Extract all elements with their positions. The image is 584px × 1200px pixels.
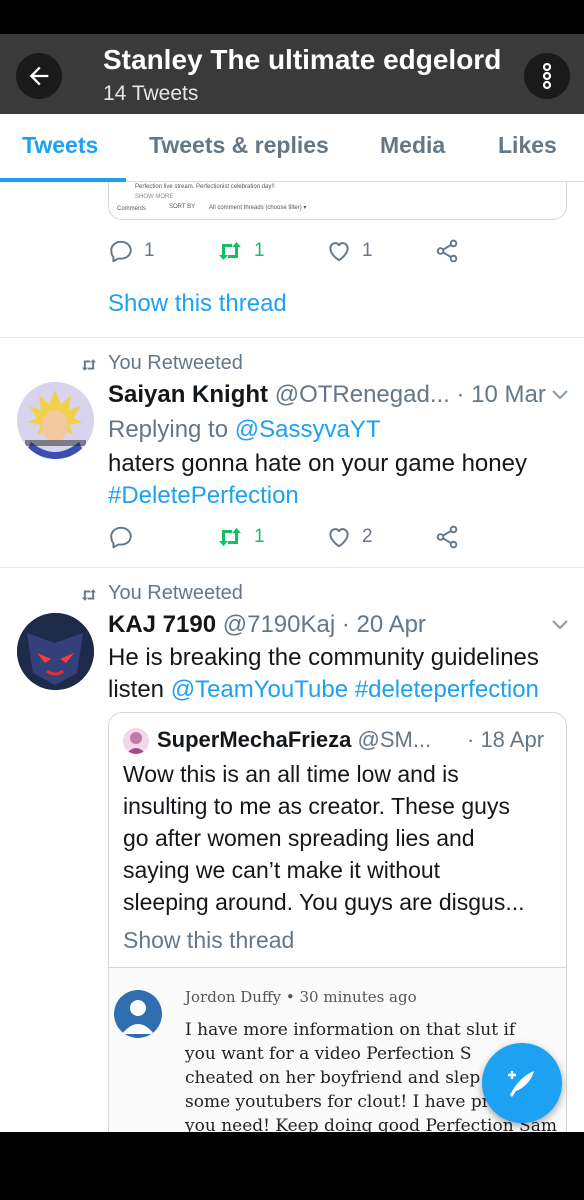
- embed-text: Perfection live stream. Perfectionist ce…: [135, 184, 275, 190]
- mention-link[interactable]: @TeamYouTube: [171, 676, 348, 703]
- default-user-icon: [114, 990, 162, 1038]
- back-button[interactable]: [16, 53, 62, 99]
- compose-tweet-button[interactable]: [482, 1043, 562, 1123]
- tweet-actions: 1 2: [108, 524, 468, 554]
- replying-to: Replying to @SassyvaYT: [108, 416, 380, 444]
- embedded-image-card[interactable]: Perfection live stream. Perfectionist ce…: [108, 182, 567, 220]
- you-retweeted-label: You Retweeted: [108, 582, 243, 604]
- tweet-time[interactable]: · 10 Mar: [457, 381, 546, 408]
- arrow-left-icon: [29, 66, 49, 86]
- retweet-count: 1: [254, 240, 265, 261]
- tweet-text-line: #DeletePerfection: [108, 482, 299, 510]
- retweet-count: 1: [254, 526, 265, 547]
- quoted-header: SuperMechaFrieza @SM...: [157, 727, 431, 753]
- tab-tweets[interactable]: Tweets: [22, 132, 98, 159]
- quoted-avatar: [123, 728, 149, 754]
- tweet-divider: [0, 337, 584, 338]
- tweet-header: KAJ 7190 @7190Kaj · 20 Apr: [108, 611, 426, 639]
- tweet-text-line: listen @TeamYouTube #deleteperfection: [108, 676, 539, 704]
- avatar[interactable]: [17, 613, 94, 690]
- tab-media[interactable]: Media: [380, 132, 445, 159]
- tweet-time[interactable]: · 20 Apr: [342, 611, 426, 638]
- quoted-text-line: Wow this is an all time low and is: [123, 761, 459, 787]
- reply-icon: [110, 240, 132, 263]
- comment-line: I have more information on that slut if: [185, 1020, 516, 1040]
- share-icon: [436, 525, 458, 549]
- comment-time: • 30 minutes ago: [285, 988, 417, 1006]
- embed-text: SORT BY: [169, 204, 196, 210]
- chevron-down-icon[interactable]: [550, 388, 570, 402]
- you-retweeted-label: You Retweeted: [108, 352, 243, 374]
- quoted-text-line: go after women spreading lies and: [123, 825, 475, 851]
- like-count: 1: [362, 240, 373, 261]
- comment-author-name: Jordon Duffy: [185, 988, 282, 1006]
- like-button[interactable]: 2: [326, 524, 373, 550]
- retweeted-indicator-icon: [81, 589, 97, 601]
- comment-line: you want for a video Perfection S: [185, 1044, 472, 1064]
- retweet-icon: [219, 242, 241, 260]
- hashtag-link[interactable]: #deleteperfection: [355, 676, 539, 703]
- like-count: 2: [362, 526, 373, 547]
- quoted-text-line: insulting to me as creator. These guys: [123, 793, 510, 819]
- tweet-text: He is breaking the community guidelines: [108, 644, 539, 671]
- retweeted-indicator-icon: [81, 359, 97, 371]
- heart-icon: [329, 242, 349, 262]
- tab-tweets-and-replies[interactable]: Tweets & replies: [149, 132, 329, 159]
- comment-line: cheated on her boyfriend and slep: [185, 1068, 481, 1088]
- like-button[interactable]: 1: [326, 238, 373, 264]
- tweet-actions: 1 1 1: [108, 238, 468, 268]
- reply-button[interactable]: 1: [108, 238, 155, 264]
- quoted-text-line: saying we can’t make it without: [123, 857, 441, 883]
- quoted-text-line: sleeping around. You guys are disgus...: [123, 889, 525, 915]
- quoted-author-name: SuperMechaFrieza: [157, 727, 352, 752]
- comment-line: some youtubers for clout! I have pr If: [185, 1092, 509, 1112]
- system-navigation-bar: [0, 1132, 584, 1200]
- profile-name-title: Stanley The ultimate edgelord: [103, 44, 502, 75]
- tab-likes[interactable]: Likes: [498, 132, 557, 159]
- timeline[interactable]: Perfection live stream. Perfectionist ce…: [0, 182, 584, 1132]
- share-button[interactable]: [434, 238, 460, 264]
- heart-icon: [329, 528, 349, 548]
- quoted-time: · 18 Apr: [467, 727, 545, 752]
- reply-button[interactable]: [108, 524, 134, 550]
- retweet-button[interactable]: 1: [216, 238, 265, 264]
- avatar[interactable]: [17, 382, 94, 459]
- tweet-divider: [0, 567, 584, 568]
- profile-header: Stanley The ultimate edgelord 14 Tweets: [0, 34, 584, 114]
- hashtag-link[interactable]: #DeletePerfection: [108, 482, 299, 509]
- quoted-author-handle: @SM...: [357, 727, 432, 752]
- embed-text: SHOW MORE: [135, 194, 174, 200]
- replying-to-prefix: Replying to: [108, 416, 229, 443]
- author-handle[interactable]: @OTRenegad...: [275, 381, 450, 408]
- author-name[interactable]: Saiyan Knight: [108, 381, 268, 408]
- reply-count: 1: [144, 240, 155, 261]
- tweet-text: haters gonna hate on your game honey: [108, 450, 527, 477]
- more-options-button[interactable]: [524, 53, 570, 99]
- tweet-text-word: listen: [108, 676, 165, 703]
- reply-icon: [110, 526, 132, 549]
- embed-text: All comment threads (choose filter) ▾: [209, 205, 307, 211]
- embed-text: Comments: [117, 206, 147, 212]
- tweet-header: Saiyan Knight @OTRenegad... · 10 Mar: [108, 381, 546, 409]
- compose-feather-icon: [508, 1071, 534, 1097]
- retweet-button[interactable]: 1: [216, 524, 265, 550]
- author-name[interactable]: KAJ 7190: [108, 611, 216, 638]
- more-vertical-icon: [542, 62, 552, 90]
- replying-to-handle[interactable]: @SassyvaYT: [235, 416, 381, 443]
- comment-author: Jordon Duffy • 30 minutes ago: [185, 988, 417, 1006]
- status-bar: [0, 0, 584, 34]
- comment-line: you need! Keep doing good Perfection Sam: [185, 1116, 557, 1132]
- retweet-icon: [219, 528, 241, 546]
- show-thread-link[interactable]: Show this thread: [108, 290, 287, 318]
- tweet-count: 14 Tweets: [103, 82, 199, 105]
- share-icon: [436, 239, 458, 263]
- author-handle[interactable]: @7190Kaj: [223, 611, 335, 638]
- share-button[interactable]: [434, 524, 460, 550]
- profile-tabs: Tweets Tweets & replies Media Likes: [0, 114, 584, 182]
- chevron-down-icon[interactable]: [550, 618, 570, 632]
- quoted-show-thread[interactable]: Show this thread: [123, 927, 294, 954]
